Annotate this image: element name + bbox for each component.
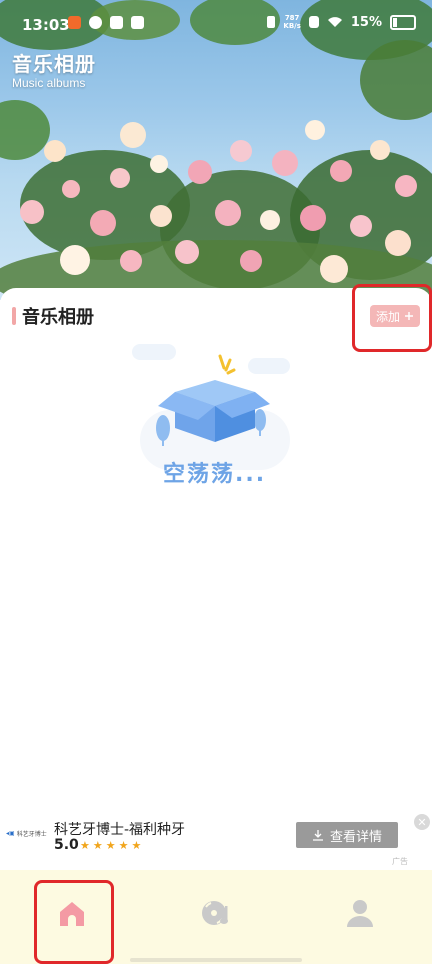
- nav-music[interactable]: [180, 880, 252, 946]
- ad-title: 科艺牙博士-福利种牙: [54, 822, 186, 838]
- home-indicator: [130, 958, 302, 962]
- empty-state-text: 空荡荡...: [163, 462, 267, 487]
- status-notification-icons: [68, 16, 144, 29]
- net-speed-unit: KB/s: [283, 22, 301, 30]
- empty-box-icon: [156, 354, 270, 446]
- user-icon: [347, 900, 373, 927]
- ad-close-icon[interactable]: ✕: [414, 814, 430, 830]
- ad-view-details-button[interactable]: 查看详情: [296, 822, 398, 848]
- app-notification-icon: [131, 16, 144, 29]
- nav-profile[interactable]: [324, 880, 396, 946]
- status-time: 13:03: [22, 16, 70, 34]
- vibrate-icon: [267, 16, 276, 28]
- section-title: 音乐相册: [22, 307, 94, 328]
- download-icon: [312, 830, 323, 841]
- ad-logo: ◂▣ 科艺牙博士: [6, 829, 47, 838]
- battery-percent: 15%: [350, 14, 382, 30]
- nav-home-highlight: [34, 880, 114, 964]
- section-accent-bar: [12, 307, 16, 325]
- ad-rating: 5.0: [54, 837, 79, 853]
- page-subtitle: Music albums: [12, 76, 86, 90]
- message-icon: [110, 16, 123, 29]
- app-notification-icon: [89, 16, 102, 29]
- app-notification-icon: [68, 16, 81, 29]
- ad-logo-text: 科艺牙博士: [16, 830, 47, 838]
- ad-cta-label: 查看详情: [329, 829, 382, 845]
- sim-icon: [308, 16, 319, 28]
- status-right: 787 KB/s 15%: [267, 14, 416, 30]
- ad-rating-stars: ★★★★★: [80, 839, 145, 852]
- net-speed: 787 KB/s: [283, 14, 300, 30]
- page-title: 音乐相册: [12, 52, 96, 76]
- ad-tag: 广告: [392, 857, 408, 866]
- net-speed-value: 787: [284, 14, 300, 22]
- music-disc-icon: [202, 901, 228, 925]
- status-bar: 13:03 787 KB/s 15%: [0, 0, 432, 50]
- wifi-icon: [327, 17, 342, 27]
- battery-icon: [390, 14, 416, 30]
- add-button-highlight: [352, 284, 432, 352]
